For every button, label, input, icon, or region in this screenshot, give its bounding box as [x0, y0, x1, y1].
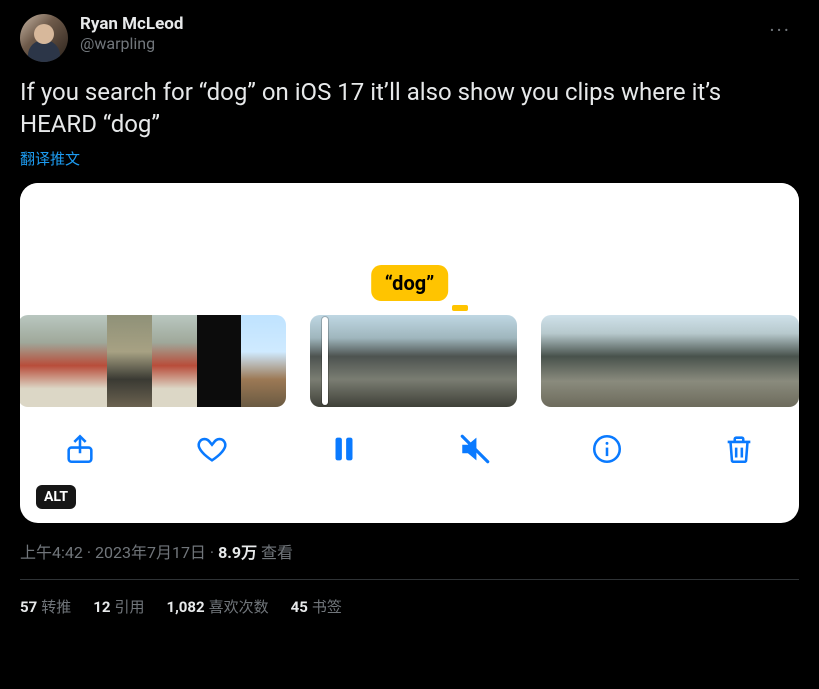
- bookmarks[interactable]: 45书签: [291, 596, 342, 617]
- info-icon[interactable]: [587, 429, 627, 469]
- views-label: 查看: [261, 543, 293, 562]
- clip[interactable]: [20, 315, 286, 407]
- tweet-meta: 上午4:42 · 2023年7月17日 · 8.9万 查看: [20, 539, 799, 563]
- trash-icon[interactable]: [719, 429, 759, 469]
- share-icon[interactable]: [60, 429, 100, 469]
- more-button[interactable]: ···: [761, 14, 799, 46]
- author-block[interactable]: Ryan McLeod @warpling: [80, 14, 761, 54]
- time[interactable]: 上午4:42: [20, 543, 83, 562]
- stats-row: 57转推 12引用 1,082喜欢次数 45书签: [20, 580, 799, 617]
- pause-icon[interactable]: [324, 429, 364, 469]
- alt-badge[interactable]: ALT: [36, 485, 76, 509]
- views-count: 8.9万: [218, 543, 257, 562]
- media-toolbar: [20, 407, 799, 469]
- media-card[interactable]: “dog” ALT: [20, 183, 799, 523]
- timeline[interactable]: [20, 315, 799, 407]
- likes[interactable]: 1,082喜欢次数: [166, 596, 268, 617]
- media-top: “dog”: [20, 183, 799, 315]
- display-name: Ryan McLeod: [80, 14, 761, 34]
- playhead[interactable]: [322, 317, 328, 405]
- handle: @warpling: [80, 34, 761, 54]
- date[interactable]: 2023年7月17日: [95, 543, 206, 562]
- tweet-header: Ryan McLeod @warpling ···: [20, 14, 799, 62]
- tweet: Ryan McLeod @warpling ··· If you search …: [0, 0, 819, 617]
- tweet-text: If you search for “dog” on iOS 17 it’ll …: [20, 76, 799, 140]
- avatar[interactable]: [20, 14, 68, 62]
- keyword-marker: [452, 305, 468, 311]
- quotes[interactable]: 12引用: [93, 596, 144, 617]
- heart-icon[interactable]: [192, 429, 232, 469]
- clip[interactable]: [310, 315, 517, 407]
- retweets[interactable]: 57转推: [20, 596, 71, 617]
- translate-link[interactable]: 翻译推文: [20, 148, 799, 169]
- clip[interactable]: [541, 315, 799, 407]
- mute-icon[interactable]: [455, 429, 495, 469]
- keyword-bubble: “dog”: [371, 265, 449, 301]
